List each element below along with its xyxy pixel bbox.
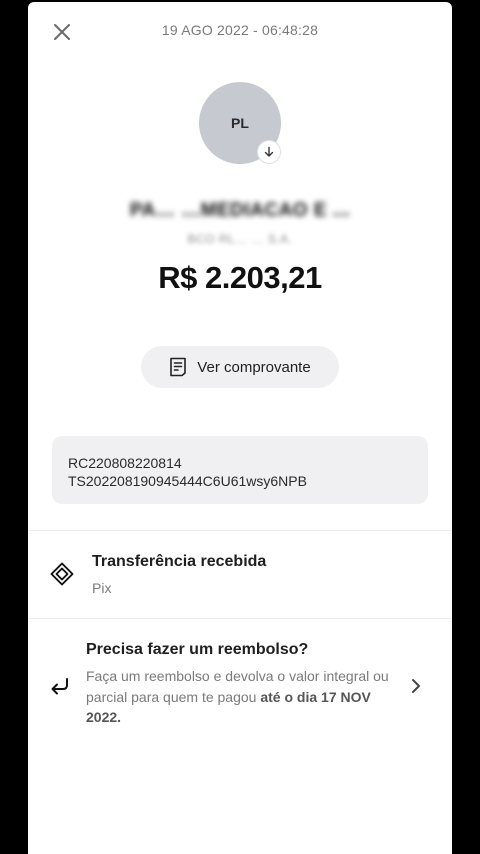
transaction-identifiers: RC220808220814 TS202208190945444C6U61wsy… (52, 436, 428, 504)
pix-icon (50, 562, 74, 586)
divider (28, 618, 452, 619)
identifier-line-1: RC220808220814 (68, 455, 182, 471)
chevron-right-icon (412, 679, 420, 693)
transfer-method: Pix (92, 580, 112, 596)
top-bar: 19 AGO 2022 - 06:48:28 (28, 2, 452, 58)
refund-row[interactable]: Precisa fazer um reembolso? Faça um reem… (28, 620, 452, 730)
avatar-download-badge[interactable] (257, 140, 281, 164)
counterparty-name-text: PA… …MEDIACAO E ... (129, 200, 351, 221)
transaction-amount: R$ 2.203,21 (158, 260, 322, 295)
view-receipt-button[interactable]: Ver comprovante (141, 346, 339, 388)
refund-description: Faça um reembolso e devolva o valor inte… (86, 666, 406, 728)
divider (28, 530, 452, 531)
download-arrow-icon (264, 146, 274, 157)
transfer-type-title: Transferência recebida (92, 553, 267, 570)
return-arrow-icon (51, 678, 68, 695)
identifier-line-2: TS202208190945444C6U61wsy6NPB (68, 473, 307, 489)
counterparty-name: PA… …MEDIACAO E ... (28, 200, 452, 222)
counterparty-bank: BCO RL… … S.A. (28, 232, 452, 246)
view-receipt-label: Ver comprovante (197, 358, 311, 376)
transaction-timestamp: 19 AGO 2022 - 06:48:28 (161, 22, 319, 38)
receipt-icon (170, 357, 187, 377)
avatar-initials: PL (231, 115, 249, 131)
transaction-detail-screen: 19 AGO 2022 - 06:48:28 PL PA… …MEDIACAO … (28, 2, 452, 854)
refund-title: Precisa fazer um reembolso? (86, 641, 309, 658)
counterparty-bank-text: BCO RL… … S.A. (187, 232, 293, 246)
